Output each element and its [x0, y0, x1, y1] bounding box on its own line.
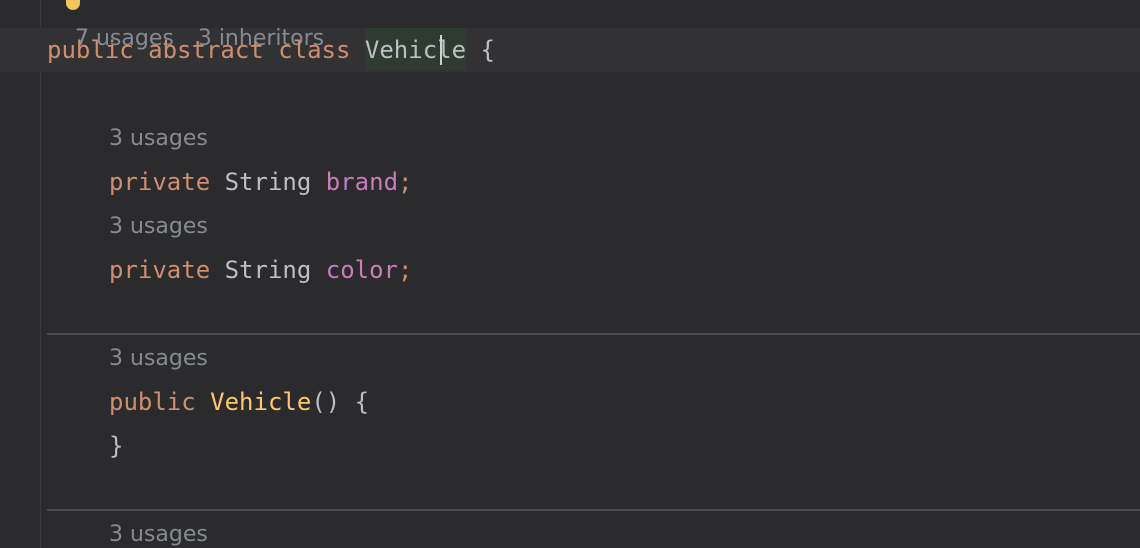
constructor-name: Vehicle — [210, 388, 312, 416]
constructor-brace-close: } — [109, 432, 124, 460]
class-declaration-line[interactable]: public abstract class Vehic le { — [47, 28, 495, 72]
constructor-params: () — [311, 388, 341, 416]
code-editor[interactable]: 7 usages 3 inheritors public abstract cla… — [0, 0, 1140, 548]
modifier-private: private — [109, 168, 211, 196]
field-brand-line[interactable]: private String brand; — [109, 160, 412, 204]
keyword-class: class — [278, 36, 351, 64]
constructor-declaration-line[interactable]: public Vehicle() { — [109, 380, 369, 424]
modifier-private: private — [109, 256, 211, 284]
semicolon: ; — [398, 168, 413, 196]
constructor-brace-open: { — [354, 388, 370, 416]
field-name-brand: brand — [325, 168, 399, 196]
method-separator — [47, 509, 1140, 511]
modifier-public: public — [109, 388, 196, 416]
field-brand-usages-hint[interactable]: 3 usages — [109, 124, 208, 154]
text-caret — [439, 35, 442, 65]
class-usages-hint[interactable]: 7 usages 3 inheritors — [47, 0, 324, 51]
semicolon: ; — [398, 256, 413, 284]
constructor-close-line[interactable]: } — [109, 424, 123, 468]
keyword-abstract: abstract — [148, 36, 264, 64]
field-color-usages-hint[interactable]: 3 usages — [109, 212, 208, 242]
editor-gutter[interactable] — [0, 0, 41, 548]
type-string: String — [224, 256, 312, 284]
class-brace-open: { — [480, 36, 495, 64]
class-name-part-1: Vehic — [364, 36, 438, 64]
next-member-usages-hint[interactable]: 3 usages — [109, 520, 208, 548]
field-color-line[interactable]: private String color; — [109, 248, 412, 292]
field-name-color: color — [325, 256, 399, 284]
class-name-identifier[interactable]: Vehic le — [364, 28, 467, 70]
type-string: String — [224, 168, 312, 196]
method-separator — [47, 333, 1140, 335]
constructor-usages-hint[interactable]: 3 usages — [109, 344, 208, 374]
keyword-public: public — [47, 36, 134, 64]
